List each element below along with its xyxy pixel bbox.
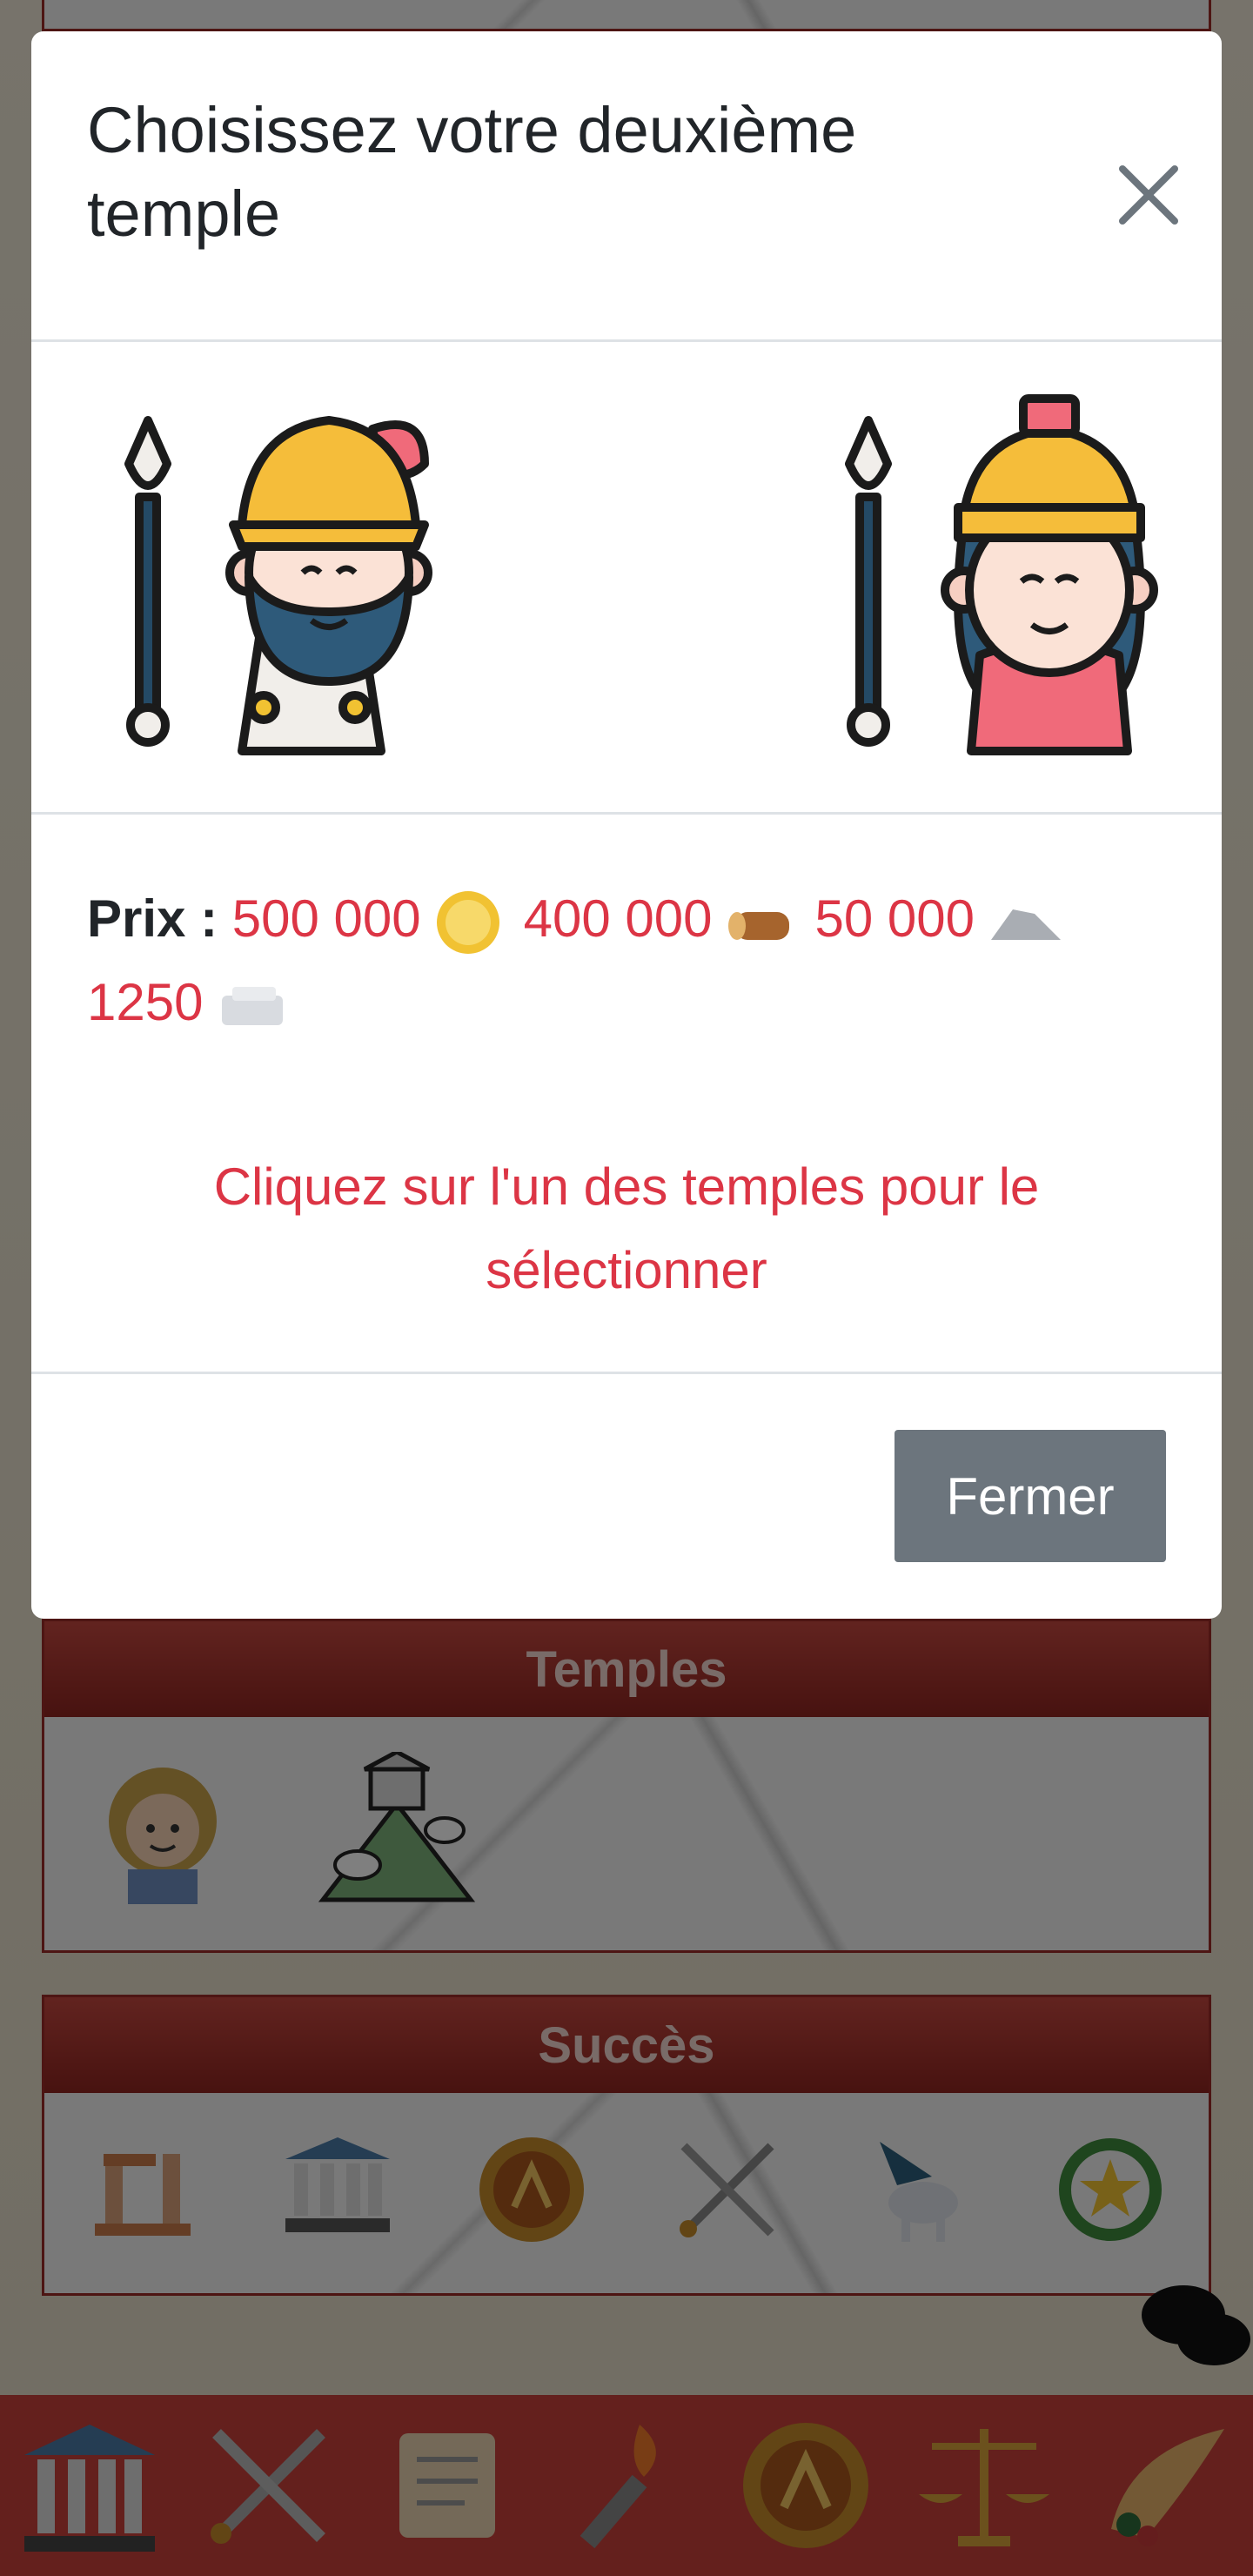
modal-title: Choisissez votre deuxième temple — [87, 94, 857, 250]
modal-header: Choisissez votre deuxième temple — [31, 31, 1222, 342]
price-line: Prix : 500 000 400 000 50 000 1250 — [87, 877, 1183, 1044]
price-marble: 1250 — [87, 973, 204, 1031]
stone-icon — [991, 909, 1062, 941]
temple-options — [31, 342, 1222, 815]
gold-coin-icon — [436, 891, 499, 955]
close-icon[interactable] — [1107, 153, 1190, 237]
male-warrior-god-icon[interactable] — [94, 394, 477, 760]
close-button[interactable]: Fermer — [895, 1430, 1166, 1562]
price-stone: 50 000 — [814, 889, 975, 948]
modal-footer: Fermer — [31, 1374, 1222, 1618]
temple-choice-modal: Choisissez votre deuxième temple Prix: … — [31, 31, 1222, 1619]
female-warrior-goddess-icon[interactable] — [814, 394, 1180, 760]
price-label: Prix : — [87, 889, 218, 948]
price-gold: 500 000 — [231, 889, 421, 948]
wood-log-icon — [727, 912, 789, 941]
price-wood: 400 000 — [523, 889, 713, 948]
price-section: Prix : 500 000 400 000 50 000 1250 Cliquez… — [31, 815, 1222, 1374]
marble-icon — [222, 987, 284, 1026]
selection-hint: Cliquez sur l'un des temples pour le sél… — [213, 1157, 1040, 1299]
